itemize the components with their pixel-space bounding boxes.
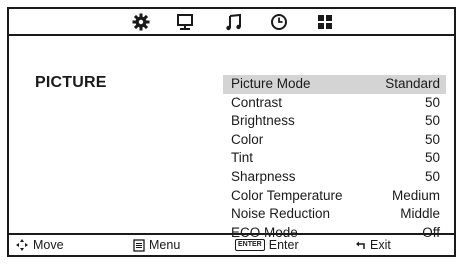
tv-osd-frame: PICTURE Picture Mode Standard Contrast 50 Br… [7, 7, 456, 257]
menu-row-label: Tint [231, 150, 254, 166]
settings-icon[interactable] [131, 12, 151, 32]
menu-hint: Menu [133, 238, 180, 252]
clock-icon[interactable] [269, 12, 289, 32]
menu-row-label: Brightness [231, 113, 295, 129]
enter-hint: ENTER Enter [235, 238, 299, 252]
menu-row-value: Middle [400, 206, 440, 222]
menu-row[interactable]: Color Temperature Medium [223, 187, 446, 206]
menu-key-icon [133, 238, 145, 252]
menu-row[interactable]: Tint 50 [223, 149, 446, 168]
footer-hints: Move Menu ENTER Enter Exit [9, 233, 454, 255]
menu-row-value: 50 [424, 113, 440, 129]
move-hint: Move [15, 238, 64, 252]
menu-row-label: Color [231, 131, 264, 147]
menu-row[interactable]: Sharpness 50 [223, 168, 446, 187]
menu-row-value: 50 [424, 94, 440, 110]
menu-row-label: Noise Reduction [231, 206, 331, 222]
menu-row-value: 50 [424, 150, 440, 166]
menu-row-label: Contrast [231, 94, 283, 110]
monitor-icon[interactable] [175, 12, 195, 32]
menu-row-value: 50 [424, 168, 440, 184]
menu-row-label: Color Temperature [231, 187, 343, 203]
enter-label: Enter [268, 238, 299, 252]
menu-label: Menu [149, 238, 181, 252]
menu-row-label: Sharpness [231, 168, 296, 184]
menu-row[interactable]: Color 50 [223, 131, 446, 150]
menu-row[interactable]: Brightness 50 [223, 112, 446, 131]
menu-row-value: 50 [424, 131, 440, 147]
enter-key-icon: ENTER [235, 239, 265, 251]
music-note-icon[interactable] [224, 12, 244, 32]
section-title: PICTURE [35, 74, 107, 91]
return-arrow-icon [356, 241, 365, 249]
picture-settings-menu: Picture Mode Standard Contrast 50 Brightness… [223, 75, 446, 242]
exit-label: Exit [370, 238, 391, 252]
category-icon-bar [9, 9, 454, 36]
menu-row[interactable]: Noise Reduction Middle [223, 205, 446, 224]
grid-icon[interactable] [315, 12, 335, 32]
move-arrows-icon [16, 239, 28, 251]
menu-row-label: Picture Mode [231, 76, 311, 91]
menu-row-value: Standard [385, 76, 440, 91]
menu-row[interactable]: Picture Mode Standard [223, 75, 446, 94]
menu-row-value: Medium [391, 187, 440, 203]
exit-hint: Exit [355, 238, 391, 252]
menu-row[interactable]: Contrast 50 [223, 94, 446, 113]
move-label: Move [33, 238, 64, 252]
